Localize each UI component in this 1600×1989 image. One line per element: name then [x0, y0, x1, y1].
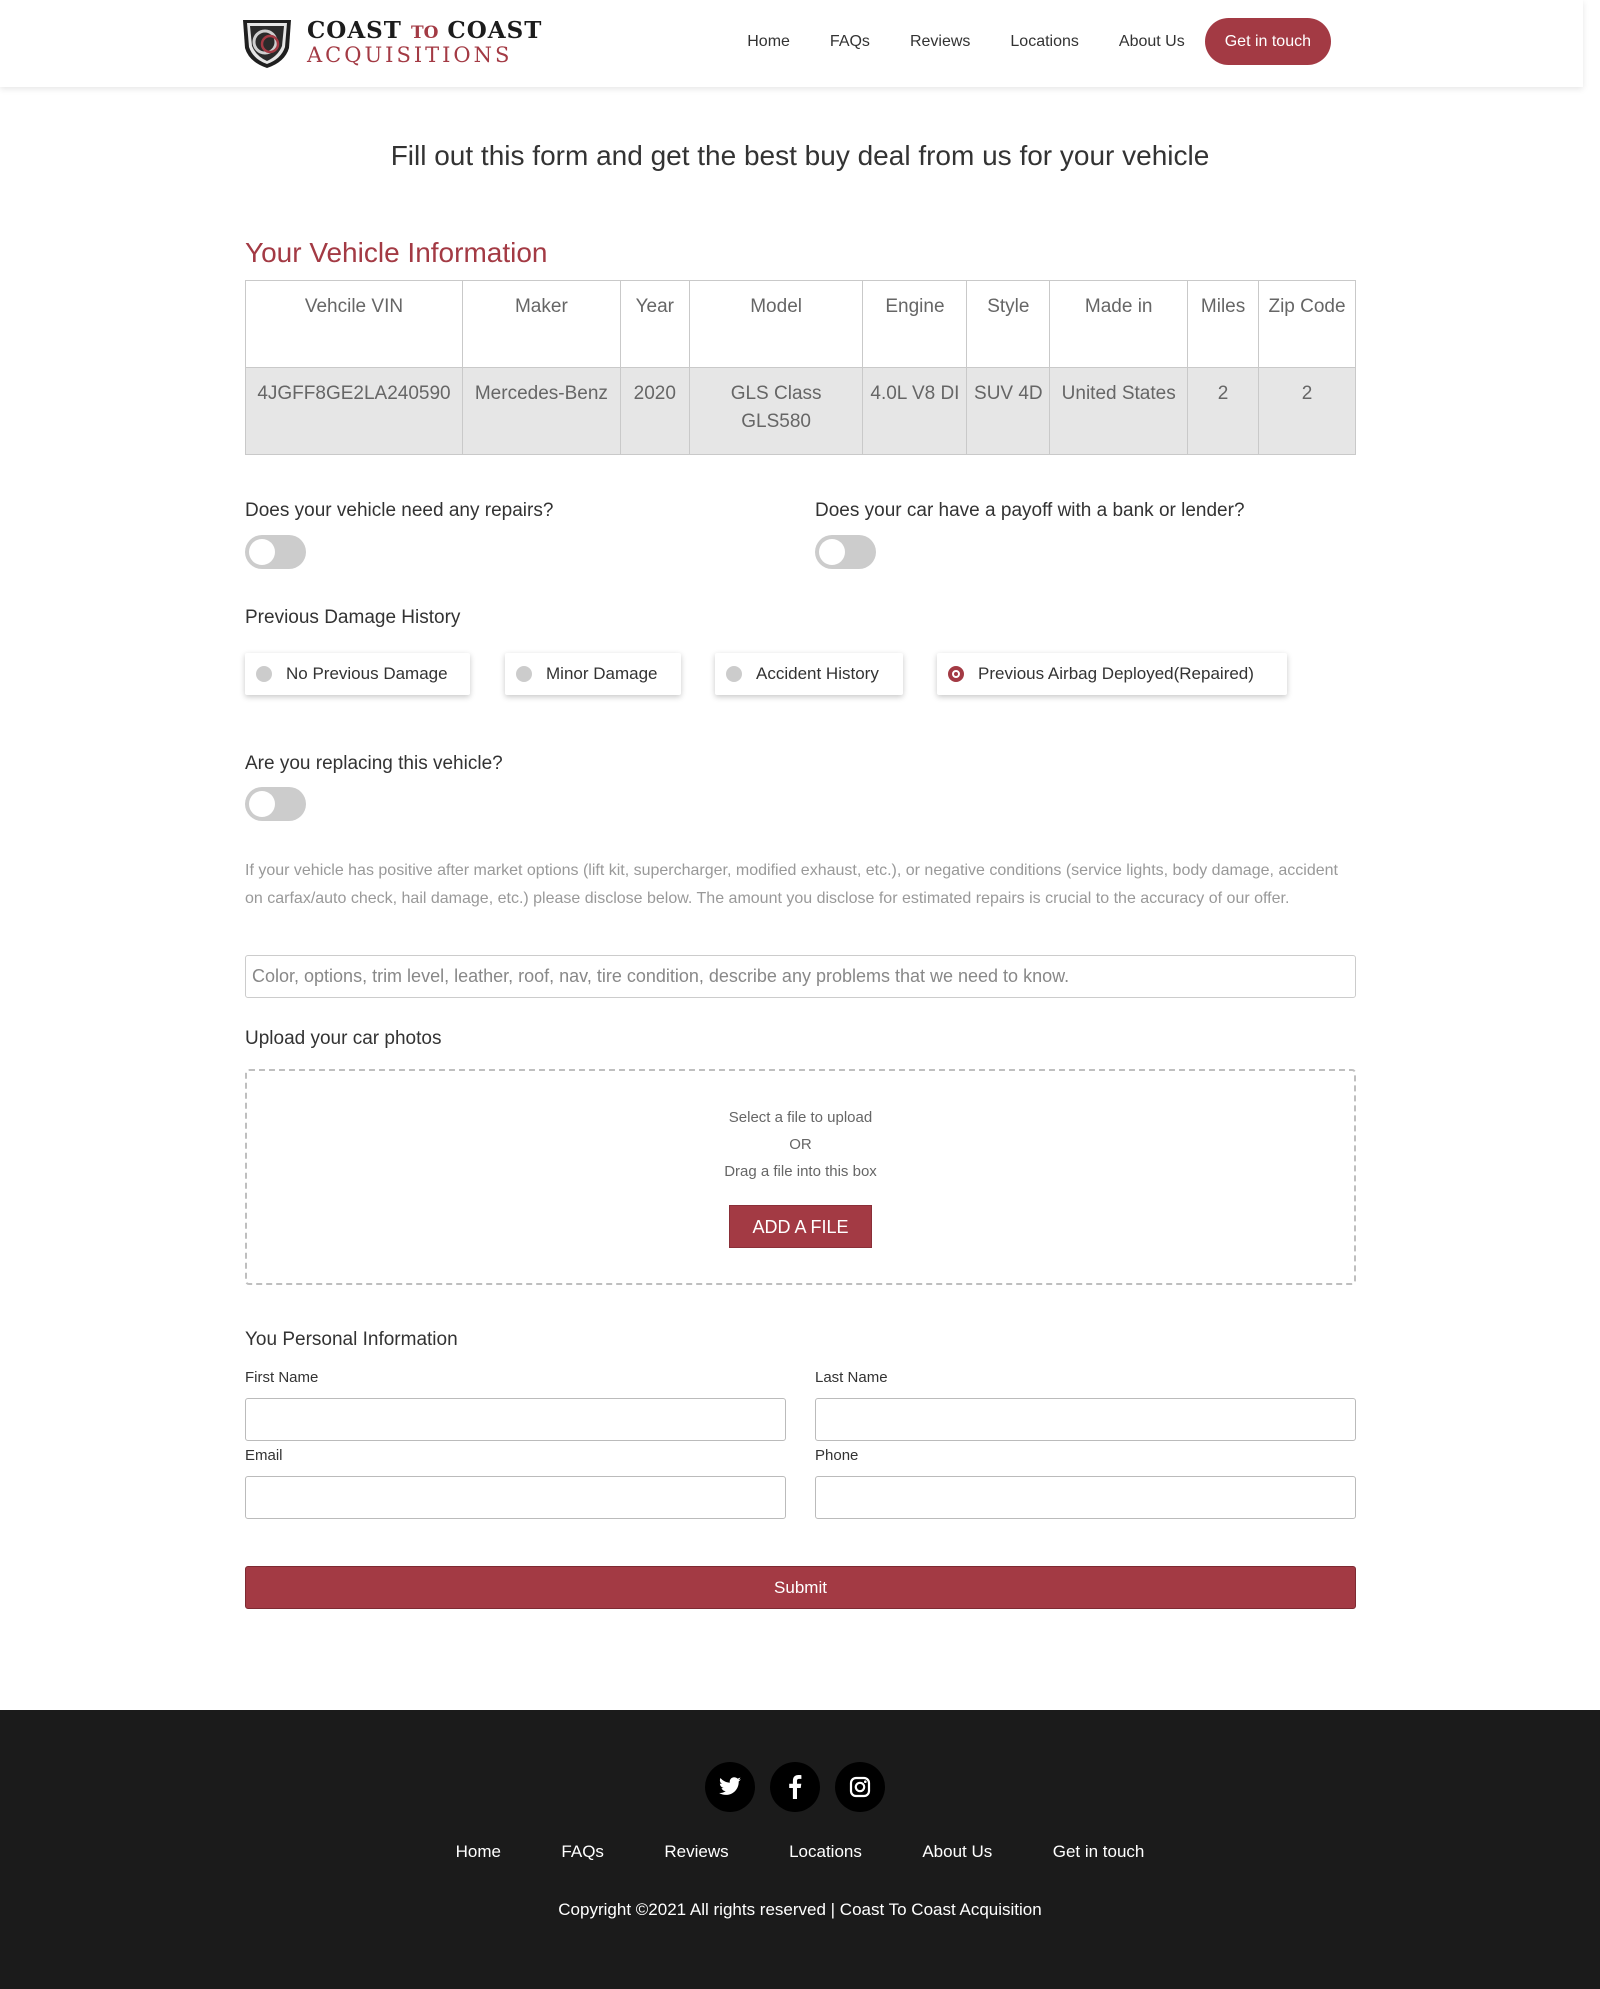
nav-reviews[interactable]: Reviews [910, 18, 970, 65]
table-header-style: Style [966, 280, 1051, 368]
radio-previous-airbag-deployed[interactable]: Previous Airbag Deployed(Repaired) [937, 653, 1287, 695]
footer-nav-about-us[interactable]: About Us [922, 1842, 992, 1861]
radio-label: Minor Damage [546, 664, 658, 683]
table-row: 4JGFF8GE2LA240590 Mercedes-Benz 2020 GLS… [245, 367, 1356, 455]
nav-faqs[interactable]: FAQs [830, 18, 870, 65]
brand-logo[interactable]: COAST TO COAST ACQUISITIONS [239, 14, 542, 70]
social-links [705, 1762, 900, 1812]
replacing-question: Are you replacing this vehicle? [245, 753, 503, 774]
footer-nav: Home FAQs Reviews Locations About Us Get… [0, 1842, 1600, 1862]
table-cell-model: GLS Class GLS580 [688, 367, 864, 455]
toggle-knob [819, 539, 845, 565]
last-name-input[interactable] [815, 1398, 1356, 1441]
radio-label: Accident History [756, 664, 879, 683]
footer-nav-home[interactable]: Home [456, 1842, 501, 1861]
repairs-toggle[interactable] [245, 535, 306, 569]
dropzone-drag-text: Drag a file into this box [724, 1163, 877, 1180]
table-cell-miles: 2 [1187, 367, 1260, 455]
table-header-zip: Zip Code [1258, 280, 1356, 368]
site-header: COAST TO COAST ACQUISITIONS Home FAQs Re… [0, 0, 1583, 87]
repairs-question: Does your vehicle need any repairs? [245, 500, 554, 521]
vehicle-description-input[interactable] [245, 955, 1356, 998]
nav-about-us[interactable]: About Us [1119, 18, 1185, 65]
table-header-year: Year [619, 280, 690, 368]
email-input[interactable] [245, 1476, 786, 1519]
personal-info-title: You Personal Information [245, 1329, 458, 1350]
radio-no-previous-damage[interactable]: No Previous Damage [245, 653, 470, 695]
table-header-engine: Engine [862, 280, 968, 368]
logo-shield-icon [239, 14, 295, 70]
twitter-icon[interactable] [705, 1762, 755, 1812]
upload-photos-title: Upload your car photos [245, 1028, 442, 1049]
radio-accident-history[interactable]: Accident History [715, 653, 903, 695]
damage-history-title: Previous Damage History [245, 607, 461, 628]
nav-locations[interactable]: Locations [1010, 18, 1079, 65]
first-name-label: First Name [245, 1369, 319, 1386]
site-footer: Home FAQs Reviews Locations About Us Get… [0, 1710, 1600, 1989]
dropzone-select-text: Select a file to upload [728, 1109, 873, 1126]
photo-dropzone[interactable]: Select a file to upload OR Drag a file i… [245, 1069, 1356, 1285]
last-name-label: Last Name [815, 1369, 888, 1386]
vehicle-info-title: Your Vehicle Information [245, 237, 548, 268]
table-cell-maker: Mercedes-Benz [461, 367, 621, 455]
toggle-knob [249, 539, 275, 565]
dropzone-or-text: OR [789, 1136, 812, 1153]
radio-minor-damage[interactable]: Minor Damage [505, 653, 681, 695]
phone-input[interactable] [815, 1476, 1356, 1519]
first-name-input[interactable] [245, 1398, 786, 1441]
footer-nav-get-in-touch[interactable]: Get in touch [1053, 1842, 1145, 1861]
email-label: Email [245, 1447, 283, 1464]
get-in-touch-button[interactable]: Get in touch [1204, 18, 1331, 65]
radio-label: Previous Airbag Deployed(Repaired) [978, 664, 1254, 683]
brand-name-part: COAST [307, 16, 402, 44]
disclose-instructions: If your vehicle has positive after marke… [245, 862, 1338, 907]
table-header-vin: Vehcile VIN [245, 280, 463, 368]
add-file-button[interactable]: ADD A FILE [729, 1205, 872, 1248]
radio-dot-selected [948, 666, 964, 682]
table-cell-engine: 4.0L V8 DI [862, 367, 968, 455]
radio-dot [256, 666, 272, 682]
table-header-maker: Maker [461, 280, 621, 368]
brand-name-part: COAST [447, 16, 543, 44]
brand-name-part: TO [410, 22, 439, 43]
submit-button[interactable]: Submit [245, 1566, 1356, 1609]
table-cell-made-in: United States [1049, 367, 1189, 455]
payoff-question: Does your car have a payoff with a bank … [815, 500, 1245, 521]
toggle-knob [249, 791, 275, 817]
footer-nav-locations[interactable]: Locations [789, 1842, 862, 1861]
nav-home[interactable]: Home [747, 18, 790, 65]
radio-dot [516, 666, 532, 682]
phone-label: Phone [815, 1447, 859, 1464]
replacing-toggle[interactable] [245, 787, 306, 821]
instagram-icon[interactable] [835, 1762, 885, 1812]
table-header-model: Model [688, 280, 864, 368]
radio-dot [726, 666, 742, 682]
payoff-toggle[interactable] [815, 535, 876, 569]
vehicle-info-table: Vehcile VIN Maker Year Model Engine Styl… [245, 280, 1356, 455]
table-cell-style: SUV 4D [966, 367, 1051, 455]
footer-nav-reviews[interactable]: Reviews [664, 1842, 728, 1861]
table-cell-year: 2020 [619, 367, 690, 455]
copyright-text: Copyright ©2021 All rights reserved | Co… [558, 1900, 1042, 1919]
main-nav: Home FAQs Reviews Locations About Us Get… [747, 18, 1331, 65]
page-headline: Fill out this form and get the best buy … [390, 140, 1210, 171]
table-header-miles: Miles [1187, 280, 1260, 368]
radio-label: No Previous Damage [286, 664, 448, 683]
brand-subtitle: ACQUISITIONS [307, 42, 513, 67]
facebook-icon[interactable] [770, 1762, 820, 1812]
footer-nav-faqs[interactable]: FAQs [561, 1842, 604, 1861]
table-cell-zip: 2 [1258, 367, 1356, 455]
table-header-made-in: Made in [1049, 280, 1189, 368]
table-cell-vin: 4JGFF8GE2LA240590 [245, 367, 463, 455]
